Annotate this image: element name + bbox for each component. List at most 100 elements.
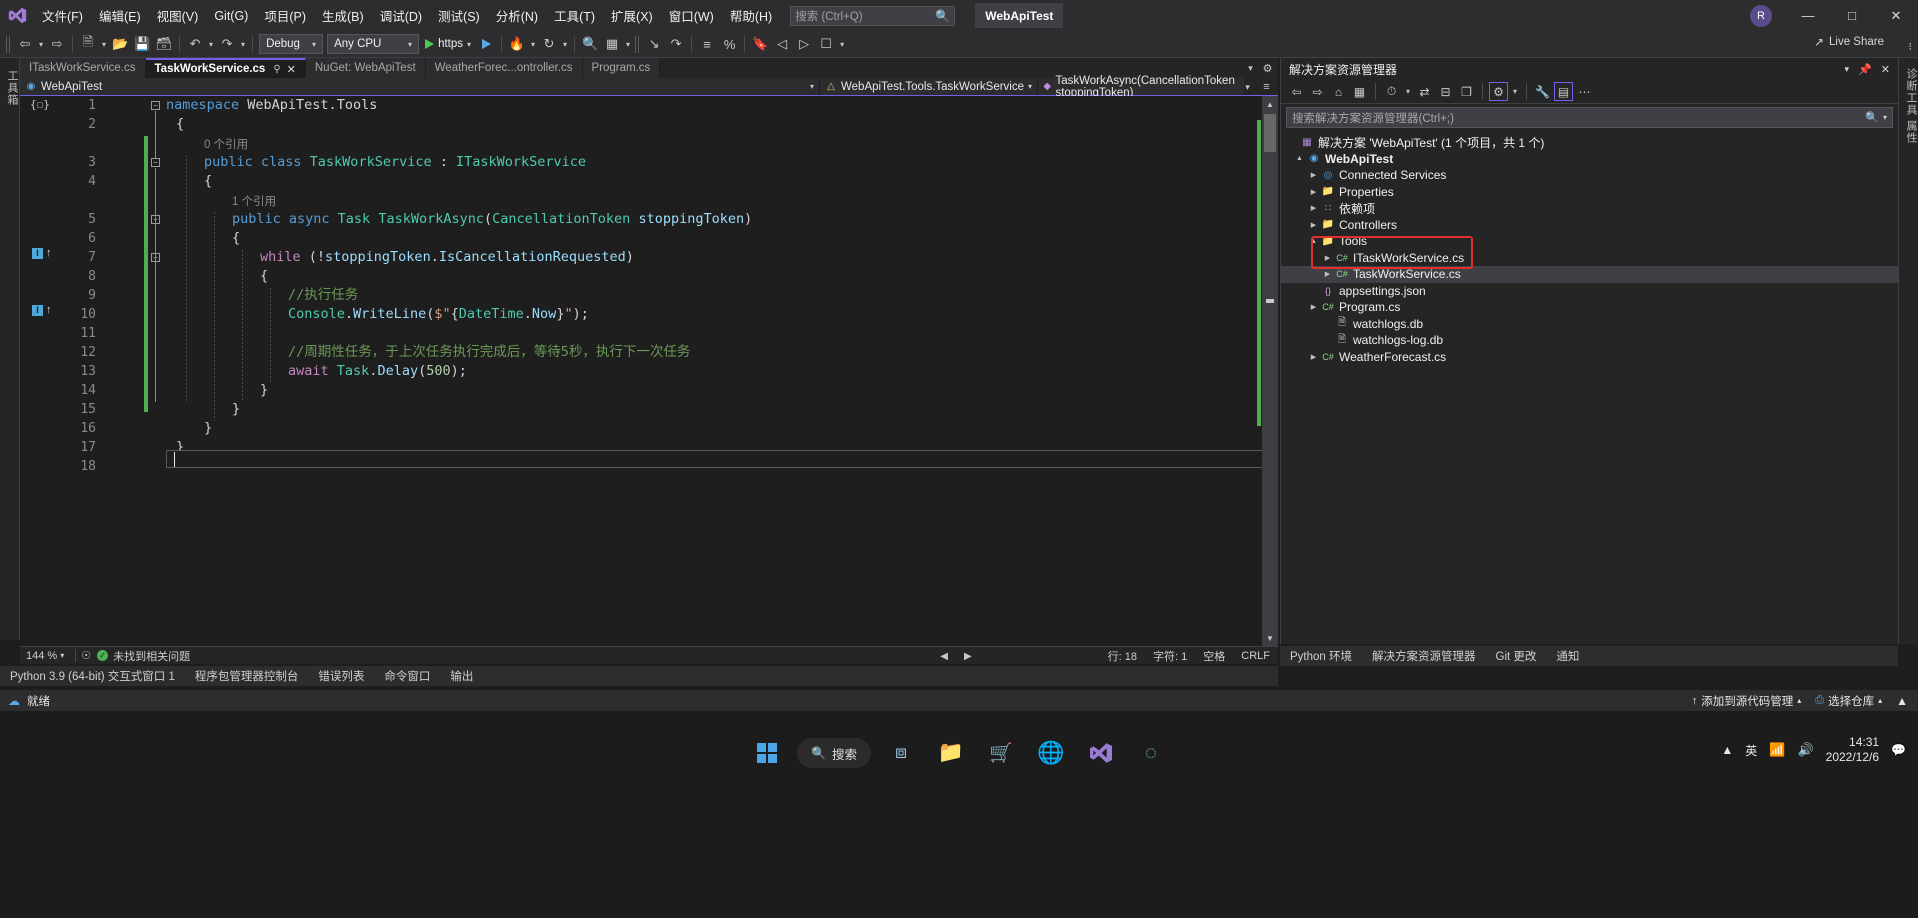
hot-reload-icon[interactable]: 🔥	[506, 33, 528, 55]
close-panel-icon[interactable]: ✕	[1881, 63, 1890, 76]
toolbar-options-icon[interactable]: ⁝	[1909, 40, 1913, 53]
pending-changes-dropdown-icon[interactable]: ▾	[1403, 87, 1413, 96]
right-dock-strip[interactable]: 诊断工具 属性	[1898, 58, 1918, 644]
forward-icon[interactable]: ⇨	[1308, 82, 1327, 101]
new-project-icon[interactable]: 🗎	[77, 33, 99, 55]
start-button[interactable]	[747, 733, 787, 773]
toolbar-grip[interactable]	[6, 35, 12, 53]
toolbar-overflow-icon[interactable]: ▾	[837, 40, 847, 49]
implements-interface-icon-2[interactable]: I	[32, 305, 43, 316]
solution-explorer-view-icon[interactable]: ▦	[1350, 82, 1369, 101]
menu-build[interactable]: 生成(B)	[314, 0, 372, 31]
feedback-bell-icon[interactable]: ▲	[1896, 694, 1908, 708]
solution-name-chip[interactable]: WebApiTest	[975, 3, 1064, 28]
redo-dropdown-icon[interactable]: ▾	[238, 40, 248, 49]
back-icon[interactable]: ⇦	[1287, 82, 1306, 101]
scrollbar-thumb[interactable]	[1264, 114, 1276, 152]
navbar-project-combo[interactable]: ◉ WebApiTest ▾	[20, 78, 820, 95]
live-preview-dropdown-icon[interactable]: ▾	[623, 40, 633, 49]
collapse-all-icon[interactable]: {☐}	[30, 98, 50, 111]
redo-icon[interactable]: ↷	[216, 33, 238, 55]
twisty-collapsed-icon-8[interactable]: ▶	[1307, 353, 1320, 361]
edge-button[interactable]: 🌐	[1031, 733, 1071, 773]
twisty-expanded-icon-2[interactable]: ▲	[1307, 238, 1320, 245]
toolbox-dock-strip[interactable]: 工具箱	[0, 58, 20, 640]
start-without-debugging-icon[interactable]	[475, 33, 497, 55]
implements-interface-icon[interactable]: I	[32, 248, 43, 259]
task-view-button[interactable]: ⧈	[881, 733, 921, 773]
menu-extensions[interactable]: 扩展(X)	[603, 0, 661, 31]
menu-test[interactable]: 测试(S)	[430, 0, 488, 31]
undo-dropdown-icon[interactable]: ▾	[206, 40, 216, 49]
fold-toggle-class[interactable]: −	[151, 158, 160, 167]
pending-changes-clock-icon[interactable]: ⏱	[1382, 82, 1401, 101]
tab-list-dropdown-icon[interactable]: ▾	[1244, 63, 1257, 74]
preview-selected-items-icon[interactable]: ▤	[1554, 82, 1574, 101]
tray-volume-icon[interactable]: 🔊	[1797, 742, 1813, 758]
menu-window[interactable]: 窗口(W)	[661, 0, 722, 31]
code-editor[interactable]: {☐} I ↑ I ↑ 1 2 3 4 5 6 7 8 9 10 11 12 1…	[20, 96, 1278, 646]
navigate-forward-icon[interactable]: ⇨	[46, 33, 68, 55]
step-into-icon[interactable]: ↘	[643, 33, 665, 55]
step-over-icon[interactable]: ↷	[665, 33, 687, 55]
undo-icon[interactable]: ↶	[184, 33, 206, 55]
taskbar-clock[interactable]: 14:31 2022/12/6	[1826, 735, 1879, 765]
bookmark-icon[interactable]: 🔖	[749, 33, 771, 55]
inheritance-up-arrow-icon[interactable]: ↑	[46, 247, 52, 259]
navbar-type-combo[interactable]: △ WebApiTest.Tools.TaskWorkService ▾	[820, 78, 1038, 95]
tree-item-connected-services[interactable]: ▶ ◎ Connected Services	[1281, 167, 1898, 184]
menu-project[interactable]: 项目(P)	[256, 0, 314, 31]
tree-item-watchlogs-log-db[interactable]: 🗎 watchlogs-log.db	[1281, 332, 1898, 349]
bookmark-next-icon[interactable]: ▷	[793, 33, 815, 55]
fold-toggle-namespace[interactable]: −	[151, 101, 160, 110]
scroll-up-icon[interactable]: ▲	[1262, 96, 1278, 112]
misc-app-button[interactable]: ◌	[1131, 733, 1171, 773]
minimize-button[interactable]: —	[1786, 0, 1830, 31]
file-explorer-button[interactable]: 📁	[931, 733, 971, 773]
tree-item-solution[interactable]: ▦ 解决方案 'WebApiTest' (1 个项目，共 1 个)	[1281, 134, 1898, 151]
menu-view[interactable]: 视图(V)	[149, 0, 207, 31]
twisty-expanded-icon[interactable]: ▲	[1293, 155, 1306, 162]
issue-nav-icon[interactable]: ☉	[81, 649, 97, 662]
horizontal-scroll-right-icon[interactable]: ▶	[964, 651, 972, 662]
twisty-collapsed-icon-4[interactable]: ▶	[1307, 221, 1320, 229]
open-file-icon[interactable]: 📂	[109, 33, 131, 55]
sync-with-active-document-icon[interactable]: ⇄	[1415, 82, 1434, 101]
maximize-button[interactable]: □	[1830, 0, 1874, 31]
refresh-dropdown-icon[interactable]: ▾	[560, 40, 570, 49]
bookmark-prev-icon[interactable]: ◁	[771, 33, 793, 55]
navbar-dropdown-icon[interactable]: ▾	[1241, 82, 1254, 93]
editor-settings-gear-icon[interactable]: ⚙	[1261, 62, 1274, 75]
bottom-tab-error-list[interactable]: 错误列表	[308, 668, 374, 684]
twisty-collapsed-icon-6[interactable]: ▶	[1321, 270, 1334, 278]
inheritance-up-arrow-icon-2[interactable]: ↑	[46, 304, 52, 316]
tree-item-watchlogs-db[interactable]: 🗎 watchlogs.db	[1281, 316, 1898, 333]
twisty-collapsed-icon-5[interactable]: ▶	[1321, 254, 1334, 262]
tab-itaskworkservice[interactable]: ITaskWorkService.cs	[20, 58, 146, 78]
tray-network-icon[interactable]: 📶	[1769, 742, 1785, 758]
tab-nuget[interactable]: NuGet: WebApiTest	[305, 58, 426, 78]
close-tab-icon[interactable]: ✕	[287, 63, 296, 76]
bookmark-clear-icon[interactable]: ☐	[815, 33, 837, 55]
editor-text-layer[interactable]: namespace WebApiTest.Tools { 0 个引用 publi…	[166, 96, 1256, 646]
account-avatar[interactable]: R	[1750, 4, 1772, 27]
view-class-diagram-icon[interactable]: ⚙	[1489, 82, 1509, 101]
horizontal-scroll-left-icon[interactable]: ◀	[940, 651, 948, 662]
tree-item-dependencies[interactable]: ▶ ∷ 依赖项	[1281, 200, 1898, 217]
zoom-control[interactable]: 144 % ▾	[20, 650, 70, 662]
bottom-tab-git-changes[interactable]: Git 更改	[1486, 648, 1547, 664]
start-debugging-button[interactable]: https ▾	[421, 33, 475, 55]
chevron-down-icon-nav1[interactable]: ▾	[810, 82, 814, 91]
save-all-icon[interactable]: 🗃	[153, 33, 175, 55]
comment-icon[interactable]: %	[718, 33, 740, 55]
menu-file[interactable]: 文件(F)	[34, 0, 91, 31]
se-overflow-icon[interactable]: ⋯	[1575, 82, 1594, 101]
collapse-all-icon-se[interactable]: ⊟	[1436, 82, 1455, 101]
solution-tree[interactable]: ▦ 解决方案 'WebApiTest' (1 个项目，共 1 个) ▲ ◉ We…	[1281, 131, 1898, 365]
new-project-dropdown-icon[interactable]: ▾	[99, 40, 109, 49]
twisty-collapsed-icon-3[interactable]: ▶	[1307, 204, 1320, 212]
bottom-tab-package-manager-console[interactable]: 程序包管理器控制台	[185, 668, 309, 684]
bottom-tab-command-window[interactable]: 命令窗口	[374, 668, 440, 684]
navigate-backward-dropdown-icon[interactable]: ▾	[36, 40, 46, 49]
menu-help[interactable]: 帮助(H)	[722, 0, 780, 31]
